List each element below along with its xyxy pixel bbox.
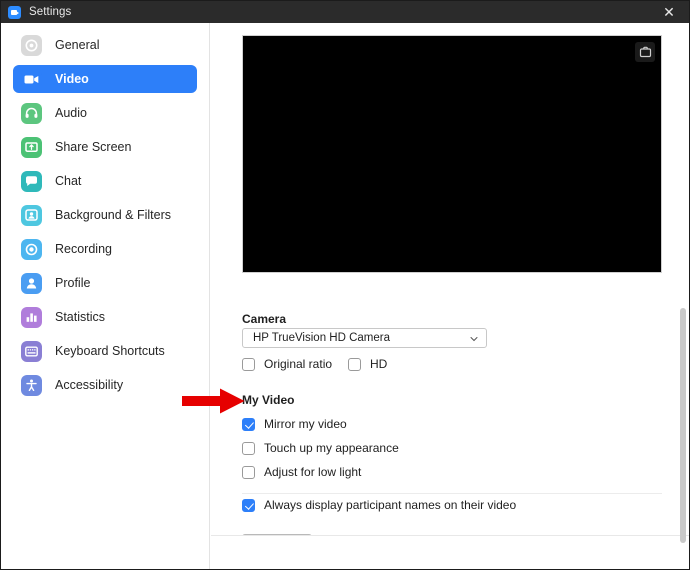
camera-section-title: Camera xyxy=(242,312,287,326)
sidebar-item-share-screen[interactable]: Share Screen xyxy=(13,133,197,161)
checkbox-box xyxy=(242,465,255,479)
checkbox-hd[interactable]: HD xyxy=(348,357,387,371)
sidebar-item-audio[interactable]: Audio xyxy=(13,99,197,127)
sidebar-item-keyboard-shortcuts[interactable]: Keyboard Shortcuts xyxy=(13,337,197,365)
checkbox-label: Adjust for low light xyxy=(264,465,362,479)
section-divider xyxy=(242,493,662,494)
sidebar-item-label: Profile xyxy=(55,276,91,290)
settings-window: Settings ✕ General Video Audio Share Screen… xyxy=(0,0,690,570)
camera-snapshot-icon[interactable] xyxy=(635,42,655,62)
sidebar-item-label: Share Screen xyxy=(55,140,132,154)
video-preview xyxy=(242,35,662,273)
sidebar-item-video[interactable]: Video xyxy=(13,65,197,93)
camera-select[interactable]: HP TrueVision HD Camera xyxy=(242,328,487,348)
scrollbar-track[interactable] xyxy=(679,23,688,569)
checkbox-label: Always display participant names on thei… xyxy=(264,498,517,512)
sidebar-item-chat[interactable]: Chat xyxy=(13,167,197,195)
keyboard-icon xyxy=(21,340,42,362)
sidebar-item-label: Video xyxy=(55,72,89,86)
checkbox-original-ratio[interactable]: Original ratio xyxy=(242,357,332,371)
sidebar-item-label: General xyxy=(55,38,100,52)
checkbox-box xyxy=(242,417,255,431)
sidebar-item-accessibility[interactable]: Accessibility xyxy=(13,371,197,399)
sidebar-item-profile[interactable]: Profile xyxy=(13,269,197,297)
checkbox-adjust-for-low-light[interactable]: Adjust for low light xyxy=(242,465,361,479)
checkbox-box xyxy=(242,441,255,455)
checkbox-touch-up-my-appearance[interactable]: Touch up my appearance xyxy=(242,441,399,455)
sidebar: General Video Audio Share Screen Chat Backgro… xyxy=(1,23,210,569)
checkbox-always-display-participant-names[interactable]: Always display participant names on thei… xyxy=(242,498,516,512)
record-circle-icon xyxy=(21,238,42,260)
sidebar-item-general[interactable]: General xyxy=(13,31,197,59)
sidebar-item-label: Keyboard Shortcuts xyxy=(55,344,165,358)
checkbox-box xyxy=(242,357,255,371)
accessibility-icon xyxy=(21,374,42,396)
headphones-icon xyxy=(21,102,42,124)
sidebar-item-recording[interactable]: Recording xyxy=(13,235,197,263)
checkbox-label: Mirror my video xyxy=(264,417,347,431)
checkbox-label: Original ratio xyxy=(264,357,333,371)
person-frame-icon xyxy=(21,204,42,226)
chat-bubble-icon xyxy=(21,170,42,192)
checkbox-label: Touch up my appearance xyxy=(264,441,399,455)
window-title: Settings xyxy=(29,6,72,18)
checkbox-box xyxy=(348,357,361,371)
sidebar-item-background-filters[interactable]: Background & Filters xyxy=(13,201,197,229)
sidebar-item-label: Audio xyxy=(55,106,87,120)
zoom-logo-icon xyxy=(8,5,21,19)
sidebar-item-label: Background & Filters xyxy=(55,208,172,222)
sidebar-item-statistics[interactable]: Statistics xyxy=(13,303,197,331)
checkbox-box xyxy=(242,498,255,512)
sidebar-item-label: Accessibility xyxy=(55,378,124,392)
bar-chart-icon xyxy=(21,306,42,328)
title-bar: Settings ✕ xyxy=(1,1,689,23)
my-video-section-title: My Video xyxy=(242,393,295,407)
share-screen-icon xyxy=(21,136,42,158)
close-icon[interactable]: ✕ xyxy=(647,1,689,23)
camera-select-value: HP TrueVision HD Camera xyxy=(253,332,390,344)
scrollbar-thumb[interactable] xyxy=(680,308,686,543)
sidebar-item-label: Chat xyxy=(55,174,82,188)
video-camera-icon xyxy=(21,68,42,90)
chevron-down-icon xyxy=(470,334,478,342)
bottom-bar xyxy=(211,535,689,569)
sidebar-item-label: Statistics xyxy=(55,310,106,324)
person-icon xyxy=(21,272,42,294)
checkbox-mirror-my-video[interactable]: Mirror my video xyxy=(242,417,347,431)
checkbox-label: HD xyxy=(370,357,388,371)
gear-icon xyxy=(21,34,42,56)
sidebar-item-label: Recording xyxy=(55,242,112,256)
main-panel: Camera HP TrueVision HD Camera Original … xyxy=(211,23,689,569)
